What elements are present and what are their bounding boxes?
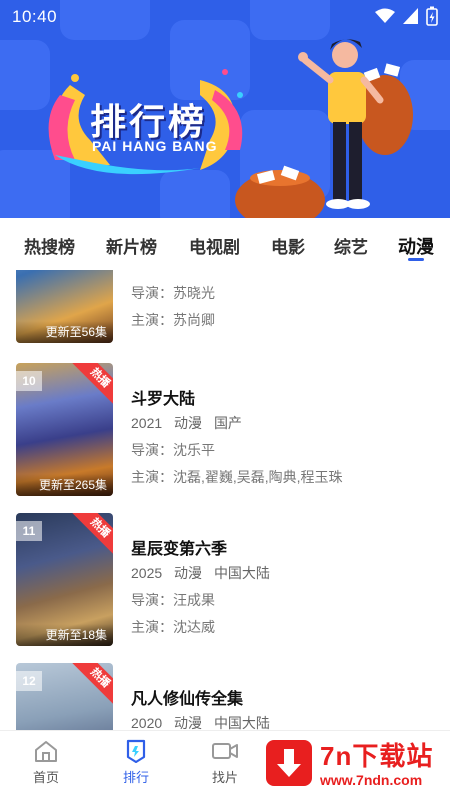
ranking-icon [126, 739, 146, 763]
year-text: 2020 [131, 715, 163, 730]
list-item[interactable]: 12 热播 凡人修仙传全集 2020 动漫 中国大陆 [0, 663, 450, 730]
cast-text: 主演：沈达威 [131, 619, 215, 635]
list-item[interactable]: 11 热播 更新至18集 星辰变第六季 2025 动漫 中国大陆 导演：汪成果 … [0, 513, 450, 648]
episode-update-label: 更新至265集 [16, 474, 113, 496]
nav-label: 首页 [32, 770, 59, 785]
rank-badge: 10 [16, 371, 42, 391]
download-arrow-icon [266, 740, 312, 786]
nav-label: 排行 [122, 770, 149, 785]
status-time: 10:40 [12, 7, 58, 26]
genre-text: 动漫 [174, 565, 203, 581]
poster-image: 10 热播 更新至265集 [16, 363, 113, 496]
director-text: 导演：沈乐平 [131, 442, 215, 458]
banner-subtitle: PAI HANG BANG [92, 138, 218, 154]
item-title: 星辰变第六季 [131, 541, 228, 558]
nav-find-video[interactable]: 找片 [195, 739, 255, 786]
list-item[interactable]: 更新至56集 导演：苏晓光 主演：苏尚卿 [0, 270, 450, 345]
battery-charging-icon [426, 6, 438, 26]
genre-text: 动漫 [174, 415, 203, 431]
hot-ribbon: 热播 [71, 513, 113, 557]
signal-icon [403, 8, 418, 24]
nav-home[interactable]: 首页 [16, 739, 76, 786]
status-bar: 10:40 [0, 0, 450, 34]
hot-ribbon: 热播 [71, 663, 113, 707]
poster-image: 11 热播 更新至18集 [16, 513, 113, 646]
tab-tv-series[interactable]: 电视剧 [189, 233, 240, 258]
home-icon [35, 741, 57, 762]
region-text: 中国大陆 [213, 715, 270, 730]
director-text: 导演：汪成果 [131, 592, 215, 608]
watermark-url: www.7ndn.com [320, 772, 423, 788]
watermark-title: 7n下载站 [320, 741, 434, 771]
region-text: 国产 [213, 415, 242, 431]
poster-image: 更新至56集 [16, 270, 113, 343]
rank-badge: 12 [16, 671, 42, 691]
video-camera-icon [212, 743, 238, 759]
item-title: 斗罗大陆 [131, 391, 196, 408]
hot-ribbon: 热播 [71, 363, 113, 407]
nav-label: 找片 [211, 770, 238, 785]
director-text: 导演：苏晓光 [131, 285, 215, 301]
ranking-list: 更新至56集 导演：苏晓光 主演：苏尚卿 10 热播 更新至265集 斗罗大陆 … [0, 270, 450, 730]
cast-text: 主演：苏尚卿 [131, 312, 215, 328]
year-text: 2025 [131, 565, 163, 581]
tab-anime[interactable]: 动漫 [398, 233, 434, 259]
tab-hot-search[interactable]: 热搜榜 [24, 233, 75, 258]
rank-badge: 11 [16, 521, 42, 541]
nav-ranking[interactable]: 排行 [106, 739, 166, 786]
region-text: 中国大陆 [213, 565, 270, 581]
genre-text: 动漫 [174, 715, 203, 730]
item-title: 凡人修仙传全集 [131, 691, 244, 708]
site-watermark: 7n下载站 www.7ndn.com [258, 732, 450, 797]
episode-update-label: 更新至56集 [16, 321, 113, 343]
tab-movie[interactable]: 电影 [271, 233, 305, 258]
category-tabs: 热搜榜 新片榜 电视剧 电影 综艺 动漫 [0, 218, 450, 270]
cast-text: 主演：沈磊,翟巍,吴磊,陶典,程玉珠 [131, 469, 343, 485]
active-tab-indicator [408, 258, 424, 261]
wifi-icon [375, 8, 395, 23]
year-text: 2021 [131, 415, 163, 431]
tab-new-release[interactable]: 新片榜 [106, 233, 157, 258]
episode-update-label: 更新至18集 [16, 624, 113, 646]
tab-variety[interactable]: 综艺 [334, 233, 368, 258]
list-item[interactable]: 10 热播 更新至265集 斗罗大陆 2021 动漫 国产 导演：沈乐平 主演：… [0, 363, 450, 498]
poster-image: 12 热播 [16, 663, 113, 730]
